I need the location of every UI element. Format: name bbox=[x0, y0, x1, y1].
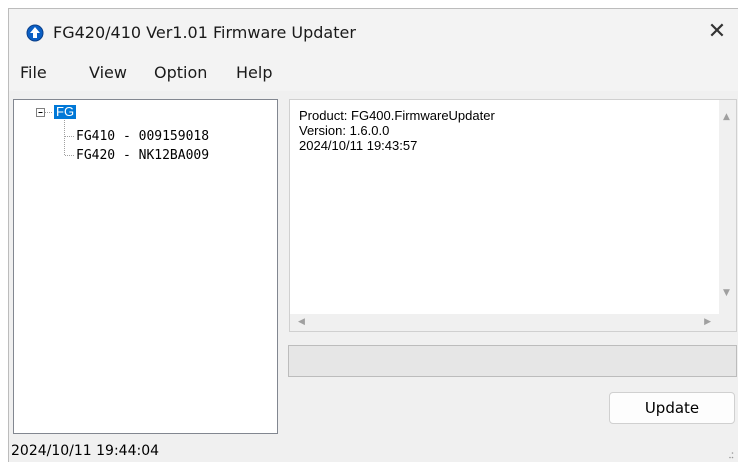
upload-arrow-icon bbox=[26, 24, 44, 42]
window-title: FG420/410 Ver1.01 Firmware Updater bbox=[53, 23, 356, 42]
resize-grip-icon[interactable] bbox=[726, 451, 734, 459]
version-line: Version: 1.6.0.0 bbox=[299, 123, 390, 138]
device-tree[interactable]: FG FG410 - 009159018 FG420 - NK12BA009 bbox=[13, 99, 278, 434]
menu-bar: File View Option Help bbox=[9, 55, 738, 91]
close-button[interactable]: ✕ bbox=[702, 17, 732, 47]
status-timestamp: 2024/10/11 19:44:04 bbox=[11, 443, 160, 459]
progress-bar bbox=[288, 345, 737, 377]
product-line: Product: FG400.FirmwareUpdater bbox=[299, 108, 495, 123]
title-bar: FG420/410 Ver1.01 Firmware Updater ✕ bbox=[9, 9, 738, 55]
scroll-right-icon[interactable]: ▶ bbox=[704, 317, 711, 327]
scroll-left-icon[interactable]: ◀ bbox=[298, 317, 305, 327]
menu-file[interactable]: File bbox=[20, 63, 47, 82]
tree-node-fg420[interactable]: FG420 - NK12BA009 bbox=[76, 148, 209, 163]
menu-view[interactable]: View bbox=[89, 63, 127, 82]
vertical-scrollbar[interactable]: ▲ ▼ bbox=[719, 100, 736, 315]
timestamp-line: 2024/10/11 19:43:57 bbox=[299, 138, 418, 153]
app-window: FG420/410 Ver1.01 Firmware Updater ✕ Fil… bbox=[8, 8, 738, 462]
scroll-down-icon[interactable]: ▼ bbox=[723, 288, 730, 298]
info-textbox[interactable]: Product: FG400.FirmwareUpdater Version: … bbox=[289, 99, 737, 332]
tree-node-fg410[interactable]: FG410 - 009159018 bbox=[76, 129, 209, 144]
info-text: Product: FG400.FirmwareUpdater Version: … bbox=[299, 108, 495, 153]
scroll-up-icon[interactable]: ▲ bbox=[723, 112, 730, 122]
update-button[interactable]: Update bbox=[609, 392, 735, 424]
tree-root-node[interactable]: FG bbox=[54, 105, 77, 119]
menu-help[interactable]: Help bbox=[236, 63, 272, 82]
menu-option[interactable]: Option bbox=[154, 63, 207, 82]
horizontal-scrollbar[interactable]: ◀ ▶ bbox=[290, 314, 736, 331]
status-bar: 2024/10/11 19:44:04 bbox=[9, 439, 738, 462]
